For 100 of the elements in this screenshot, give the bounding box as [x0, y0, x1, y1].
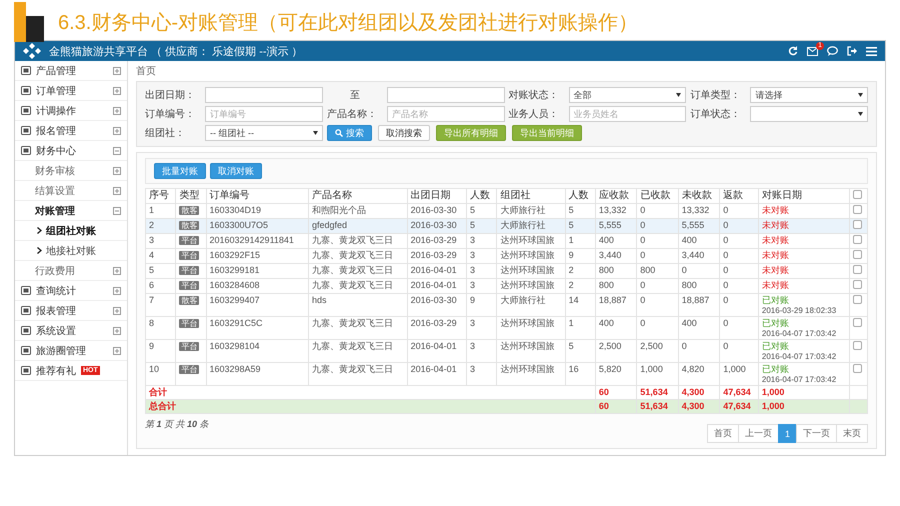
- expand-icon[interactable]: [113, 106, 121, 114]
- sidebar-item[interactable]: 组团社对账: [15, 221, 127, 241]
- page-button[interactable]: 首页: [706, 424, 739, 443]
- square-icon: [21, 306, 31, 315]
- expand-icon[interactable]: [113, 206, 121, 214]
- amount: 0: [636, 218, 678, 234]
- expand-icon[interactable]: [113, 266, 121, 274]
- sidebar-item[interactable]: 报表管理: [15, 301, 127, 321]
- amount: 400: [595, 234, 637, 248]
- agency-name: 达州环球国旅: [496, 362, 566, 386]
- status-text: 未对账: [762, 235, 790, 246]
- amount: 800: [678, 278, 720, 294]
- sign-out-icon[interactable]: [847, 46, 857, 56]
- checkbox[interactable]: [852, 250, 862, 259]
- order-number: 1603284608: [206, 278, 308, 294]
- square-icon: [21, 126, 31, 135]
- total-amount: 60: [595, 400, 637, 414]
- sidebar-item[interactable]: 财务审核: [15, 161, 127, 181]
- field-label: 订单类型：: [690, 88, 742, 102]
- amount: 2,500: [595, 340, 637, 362]
- column-header: 类型: [176, 188, 206, 204]
- expand-icon[interactable]: [113, 86, 121, 94]
- row-number: 10: [146, 362, 176, 386]
- checkbox[interactable]: [852, 295, 862, 304]
- input-field[interactable]: [205, 87, 323, 103]
- expand-icon[interactable]: [113, 326, 121, 334]
- menu-icon[interactable]: [866, 46, 877, 56]
- people-count: 9: [565, 248, 596, 264]
- expand-icon[interactable]: [113, 346, 121, 354]
- select-field[interactable]: -- 组团社 --: [205, 125, 323, 141]
- amount: 2,500: [636, 340, 678, 362]
- checkbox[interactable]: [852, 364, 862, 373]
- input-field[interactable]: 产品名称: [386, 106, 504, 122]
- people-count: 5: [565, 340, 596, 362]
- sidebar-item[interactable]: 财务中心: [15, 141, 127, 161]
- checkbox[interactable]: [852, 341, 862, 350]
- people-count: 9: [466, 294, 497, 316]
- column-header: 已收款: [636, 188, 678, 204]
- page-button[interactable]: 下一页: [796, 424, 837, 443]
- sidebar-item[interactable]: 订单管理: [15, 81, 127, 101]
- checkbox[interactable]: [852, 205, 862, 214]
- total-amount: 4,300: [678, 400, 720, 414]
- filter-button[interactable]: 取消搜索: [378, 125, 430, 141]
- sidebar-item[interactable]: 产品管理: [15, 61, 127, 81]
- row-number: 8: [146, 316, 176, 340]
- row-number: 9: [146, 340, 176, 362]
- order-number: 1603298A59: [206, 362, 308, 386]
- row-number: 6: [146, 278, 176, 294]
- mail-icon[interactable]: [807, 46, 818, 56]
- expand-icon[interactable]: [113, 66, 121, 74]
- sidebar-item[interactable]: 旅游圈管理: [15, 341, 127, 361]
- square-icon: [21, 86, 31, 95]
- refresh-icon[interactable]: [788, 46, 798, 56]
- amount: 5,820: [595, 362, 637, 386]
- comment-icon[interactable]: [827, 46, 838, 56]
- checkbox[interactable]: [852, 220, 862, 229]
- expand-icon[interactable]: [113, 126, 121, 134]
- checkbox[interactable]: [852, 265, 862, 274]
- page-button[interactable]: 末页: [836, 424, 868, 443]
- checkbox[interactable]: [852, 190, 862, 199]
- sidebar-item[interactable]: 计调操作: [15, 101, 127, 121]
- sidebar-item[interactable]: 行政费用: [15, 261, 127, 281]
- diamonds-icon: [23, 43, 41, 59]
- sidebar-item[interactable]: 报名管理: [15, 121, 127, 141]
- expand-icon[interactable]: [113, 166, 121, 174]
- checkbox[interactable]: [852, 280, 862, 289]
- select-field[interactable]: [750, 106, 868, 122]
- select-field[interactable]: 全部: [568, 87, 686, 103]
- sidebar-item[interactable]: 系统设置: [15, 321, 127, 341]
- amount: 0: [720, 264, 758, 278]
- expand-icon[interactable]: [113, 306, 121, 314]
- departure-date: 2016-04-01: [407, 340, 466, 362]
- amount: 5,555: [595, 218, 637, 234]
- checkbox[interactable]: [852, 235, 862, 244]
- input-field[interactable]: 订单编号: [205, 106, 323, 122]
- sidebar-item[interactable]: 结算设置: [15, 181, 127, 201]
- status-text: 已对账: [762, 341, 790, 352]
- expand-icon[interactable]: [113, 286, 121, 294]
- sidebar-item[interactable]: 地接社对账: [15, 241, 127, 261]
- reconcile-time: 2016-04-07 17:03:42: [762, 352, 838, 361]
- sidebar-item[interactable]: 对账管理: [15, 201, 127, 221]
- page-button[interactable]: 上一页: [738, 424, 779, 443]
- people-count: 3: [466, 248, 497, 264]
- select-field[interactable]: 请选择: [750, 87, 868, 103]
- field-label: 组团社：: [145, 126, 186, 140]
- checkbox[interactable]: [852, 318, 862, 327]
- sidebar-item[interactable]: 查询统计: [15, 281, 127, 301]
- total-label: 总合计: [149, 401, 176, 411]
- status-text: 未对账: [762, 250, 790, 261]
- breadcrumb[interactable]: 首页: [136, 63, 156, 81]
- amount: 18,887: [678, 294, 720, 316]
- type-tag: 平台: [179, 342, 200, 351]
- type-tag: 平台: [179, 266, 200, 275]
- amount: 800: [595, 264, 637, 278]
- expand-icon[interactable]: [113, 146, 121, 154]
- expand-icon[interactable]: [113, 186, 121, 194]
- input-field[interactable]: [386, 87, 504, 103]
- order-number: 1603300U7O5: [206, 218, 308, 234]
- type-tag: 散客: [179, 221, 200, 230]
- input-field[interactable]: 业务员姓名: [568, 106, 686, 122]
